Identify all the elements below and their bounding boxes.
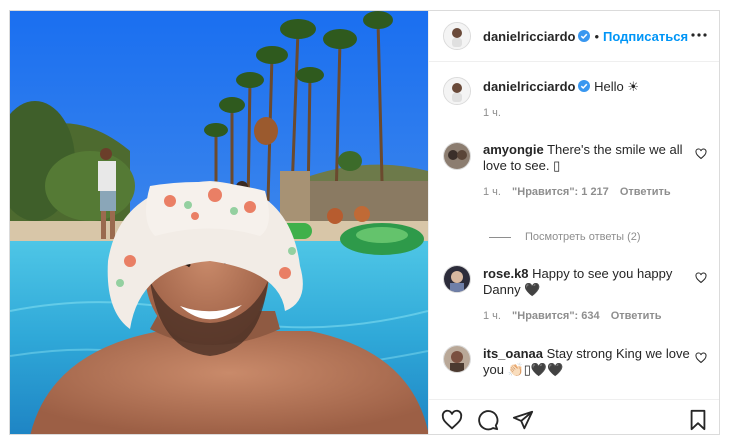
bookmark-icon[interactable]: [687, 409, 709, 431]
separator-dot: •: [594, 29, 600, 44]
comment-time: 1 ч.: [483, 310, 501, 322]
comment-text-line1: rose.k8 Happy to see you happy: [483, 266, 672, 282]
comment-icon[interactable]: [477, 409, 499, 431]
comment-like-heart-icon[interactable]: [695, 148, 707, 160]
post-photo[interactable]: [10, 11, 428, 434]
view-replies-button[interactable]: Посмотреть ответы (2): [525, 231, 641, 243]
selfie-pool-image: [10, 11, 428, 434]
comment-text: There's the smile we all: [547, 142, 683, 157]
caption-username[interactable]: danielricciardo: [483, 79, 575, 94]
verified-badge-icon: [578, 30, 591, 42]
post-side-panel: danielricciardo • Подписаться danielriccia…: [428, 11, 719, 434]
comment-likes[interactable]: "Нравится": 1 217: [512, 186, 609, 198]
comment-text-line1: amyongie There's the smile we all: [483, 142, 683, 158]
comment-avatar[interactable]: [443, 345, 471, 373]
avatar[interactable]: [443, 22, 471, 50]
heart-icon[interactable]: [441, 409, 463, 431]
comment-text: Stay strong King we love: [546, 346, 690, 361]
avatar-image: [444, 266, 470, 292]
header-username[interactable]: danielricciardo: [483, 29, 575, 44]
caption-avatar[interactable]: [443, 77, 471, 105]
caption-text: Hello ☀: [594, 79, 639, 94]
comment-meta: 1 ч. "Нравится": 1 217 Ответить: [483, 186, 671, 198]
share-icon[interactable]: [512, 409, 534, 431]
avatar-image: [444, 23, 470, 49]
comment-meta: 1 ч. "Нравится": 634 Ответить: [483, 310, 662, 322]
more-options-icon[interactable]: [689, 27, 709, 43]
caption-line: danielricciardo Hello ☀: [483, 79, 639, 95]
comment-like-heart-icon[interactable]: [695, 352, 707, 364]
avatar-image: [444, 346, 470, 372]
comment-likes[interactable]: "Нравится": 634: [512, 310, 600, 322]
comment-time: 1 ч.: [483, 186, 501, 198]
comment-username[interactable]: rose.k8: [483, 266, 529, 281]
post-header: danielricciardo • Подписаться: [429, 11, 719, 62]
comment-username[interactable]: amyongie: [483, 142, 544, 157]
header-user-line: danielricciardo • Подписаться: [483, 28, 688, 46]
comment-avatar[interactable]: [443, 265, 471, 293]
comment-text-line1: its_oanaa Stay strong King we love: [483, 346, 690, 362]
comment-text-line2: Danny 🖤: [483, 282, 541, 297]
comment-text-line2: love to see. ▯: [483, 158, 561, 173]
comment-text-line2: you 👏🏻▯🖤🖤: [483, 362, 564, 377]
reply-button[interactable]: Ответить: [611, 310, 662, 322]
avatar-image: [444, 78, 470, 104]
comment-text: Happy to see you happy: [532, 266, 673, 281]
post-frame: danielricciardo • Подписаться danielriccia…: [9, 10, 720, 435]
replies-divider: [489, 237, 511, 238]
comment-username[interactable]: its_oanaa: [483, 346, 543, 361]
verified-badge-icon: [578, 80, 591, 92]
avatar-image: [444, 143, 470, 169]
comment-avatar[interactable]: [443, 142, 471, 170]
follow-button[interactable]: Подписаться: [603, 29, 688, 44]
caption-time: 1 ч.: [483, 107, 501, 119]
action-bar: [429, 399, 719, 434]
reply-button[interactable]: Ответить: [620, 186, 671, 198]
comment-like-heart-icon[interactable]: [695, 272, 707, 284]
